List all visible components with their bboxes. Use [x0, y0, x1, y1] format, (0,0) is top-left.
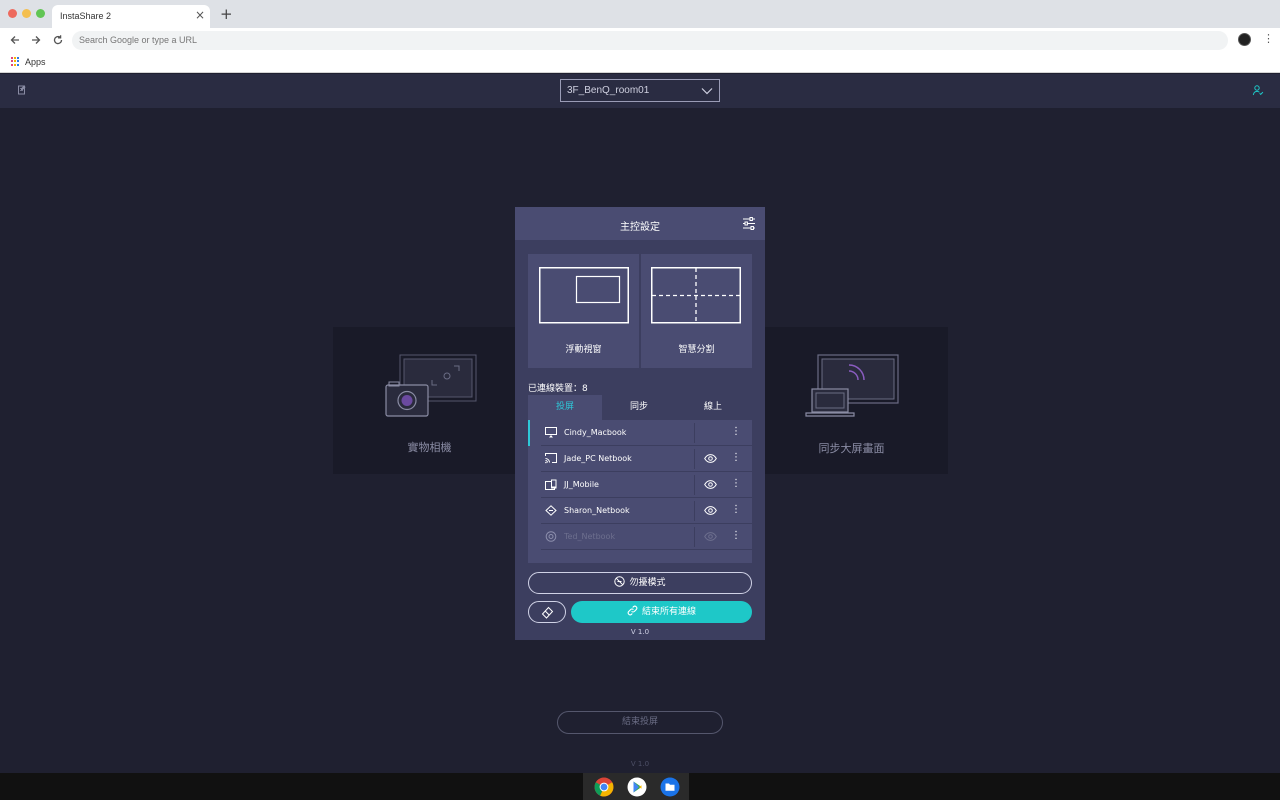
device-row[interactable]: Sharon_Netbook ⋮: [528, 498, 752, 524]
device-row[interactable]: Jade_PC Netbook ⋮: [528, 446, 752, 472]
os-shelf: [0, 773, 1280, 800]
device-name: Cindy_Macbook: [564, 428, 627, 437]
play-store-icon[interactable]: [627, 777, 647, 797]
sync-screen-icon: [805, 354, 899, 417]
window-zoom-dot[interactable]: [36, 9, 45, 18]
row-separator: [694, 423, 695, 443]
panel-version: V 1.0: [630, 628, 650, 636]
room-select[interactable]: 3F_BenQ_room01: [560, 79, 720, 102]
bookmarks-bar: Apps: [0, 53, 1280, 73]
device-name: Ted_Netbook: [564, 532, 616, 541]
device-tabs: 投屏 同步 線上: [528, 395, 752, 420]
tab-sync[interactable]: 同步: [602, 395, 676, 420]
chrome-icon[interactable]: [594, 777, 614, 797]
target-icon: [545, 531, 557, 542]
end-all-connections-button[interactable]: 結束所有連線: [571, 601, 752, 623]
document-camera-label: 實物相機: [407, 441, 452, 454]
forward-arrow-icon[interactable]: [30, 34, 42, 46]
smart-split-option[interactable]: 智慧分割: [641, 254, 752, 368]
diamond-icon: [545, 505, 557, 516]
user-status-icon[interactable]: [1252, 84, 1264, 96]
device-name: Jade_PC Netbook: [564, 454, 632, 463]
files-icon[interactable]: [660, 777, 680, 797]
apps-grid-icon[interactable]: [11, 57, 20, 66]
eye-icon[interactable]: [704, 454, 717, 463]
device-row[interactable]: Ted_Netbook ⋮: [528, 524, 752, 550]
tab-close-icon[interactable]: ×: [195, 8, 205, 22]
omnibox-placeholder: Search Google or type a URL: [79, 35, 198, 45]
shelf-tray: [583, 773, 689, 800]
document-camera-icon: [385, 354, 477, 417]
app-header: 3F_BenQ_room01: [0, 74, 1280, 108]
browser-tab[interactable]: InstaShare 2 ×: [52, 5, 210, 28]
sync-screen-label: 同步大屏畫面: [818, 442, 885, 455]
eye-icon[interactable]: [704, 480, 717, 489]
connected-devices-count: 已連線裝置：8: [528, 384, 588, 394]
edit-note-icon[interactable]: [16, 84, 28, 96]
smart-split-icon: [651, 267, 741, 324]
bookmark-apps[interactable]: Apps: [25, 57, 46, 67]
sliders-icon[interactable]: [742, 217, 756, 230]
main-version: V 1.0: [630, 760, 650, 768]
window-close-dot[interactable]: [8, 9, 17, 18]
window-minimize-dot[interactable]: [22, 9, 31, 18]
more-options-icon[interactable]: ⋮: [731, 503, 741, 517]
eye-icon[interactable]: [704, 532, 717, 541]
more-options-icon[interactable]: ⋮: [731, 477, 741, 491]
row-separator: [694, 449, 695, 469]
room-select-value: 3F_BenQ_room01: [567, 85, 650, 96]
omnibox[interactable]: Search Google or type a URL: [72, 31, 1228, 50]
panel-header: 主控設定: [515, 207, 765, 240]
browser-toolbar: Search Google or type a URL ⋮: [0, 28, 1280, 53]
row-divider: [541, 549, 752, 550]
device-row[interactable]: JJ_Mobile ⋮: [528, 472, 752, 498]
tab-online[interactable]: 線上: [676, 395, 750, 420]
more-options-icon[interactable]: ⋮: [731, 529, 741, 543]
link-icon: [627, 605, 638, 616]
active-indicator: [528, 420, 530, 446]
row-separator: [694, 501, 695, 521]
device-row[interactable]: Cindy_Macbook ⋮: [528, 420, 752, 446]
airplay-icon: [545, 427, 557, 438]
floating-window-icon: [539, 267, 629, 324]
profile-avatar[interactable]: [1238, 33, 1251, 46]
tab-projection[interactable]: 投屏: [528, 395, 602, 420]
new-tab-icon[interactable]: +: [220, 6, 233, 22]
clear-button[interactable]: [528, 601, 566, 623]
floating-window-option[interactable]: 浮動視窗: [528, 254, 639, 368]
cast-icon: [545, 453, 557, 464]
row-separator: [694, 527, 695, 547]
do-not-disturb-label: 勿擾模式: [629, 578, 666, 588]
tab-title: InstaShare 2: [60, 11, 112, 21]
row-separator: [694, 475, 695, 495]
reload-icon[interactable]: [52, 34, 64, 46]
more-options-icon[interactable]: ⋮: [731, 451, 741, 465]
back-arrow-icon[interactable]: [9, 34, 21, 46]
floating-window-label: 浮動視窗: [565, 345, 602, 355]
mobile-icon: [545, 479, 557, 490]
do-not-disturb-button[interactable]: 勿擾模式: [528, 572, 752, 594]
more-options-icon[interactable]: ⋮: [731, 425, 741, 439]
smart-split-label: 智慧分割: [678, 345, 715, 355]
end-all-connections-label: 結束所有連線: [641, 607, 696, 617]
device-list: Cindy_Macbook ⋮ Jade_PC Netbook ⋮ JJ_Mob…: [528, 420, 752, 563]
document-camera-card[interactable]: 實物相機: [333, 327, 526, 474]
sync-screen-card[interactable]: 同步大屏畫面: [755, 327, 948, 474]
device-name: JJ_Mobile: [564, 480, 599, 489]
eye-icon[interactable]: [704, 506, 717, 515]
panel-title: 主控設定: [620, 222, 660, 233]
do-not-disturb-icon: [614, 576, 626, 587]
moderator-panel: 主控設定 浮動視窗 智慧分割 已連線裝置：8 投屏 同步 線上 Cindy_Ma…: [515, 207, 765, 640]
device-name: Sharon_Netbook: [564, 506, 630, 515]
browser-menu-icon[interactable]: ⋮: [1263, 33, 1274, 45]
browser-tabbar: InstaShare 2 × +: [0, 0, 1280, 28]
layout-options: 浮動視窗 智慧分割: [528, 254, 752, 368]
end-projection-button[interactable]: 結束投屏: [557, 711, 723, 734]
eraser-icon: [541, 606, 554, 619]
chevron-down-icon: [701, 88, 713, 95]
